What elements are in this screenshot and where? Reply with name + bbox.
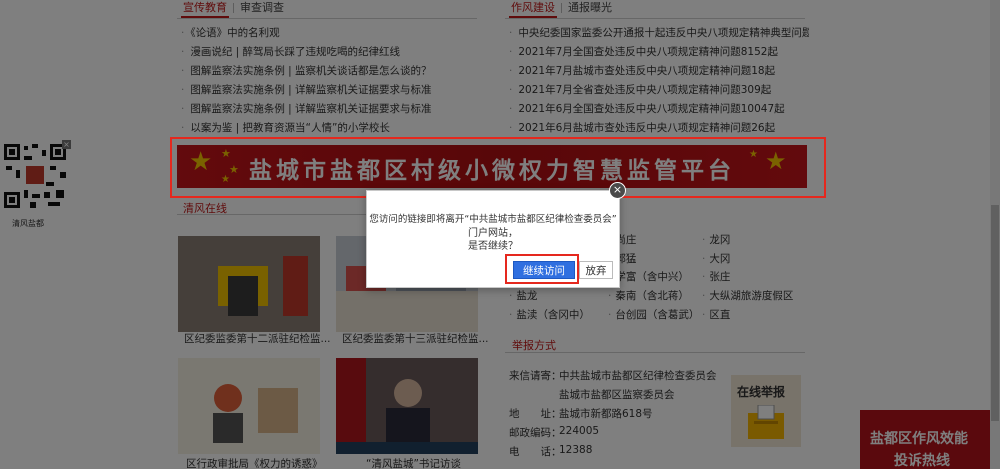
close-icon[interactable]: × [609,182,626,199]
dialog-message-line3: 是否继续？ [468,241,518,252]
banner-highlight-frame-overlay [170,137,826,198]
abandon-button[interactable]: 放弃 [579,261,613,279]
leave-site-dialog: 您访问的链接即将离开“中共盐城市盐都区纪律检查委员会” 门户网站， 是否继续？ … [366,190,620,288]
continue-button-highlight-frame [505,254,579,284]
dialog-message-line1: 您访问的链接即将离开“中共盐城市盐都区纪律检查委员会” [369,214,617,225]
